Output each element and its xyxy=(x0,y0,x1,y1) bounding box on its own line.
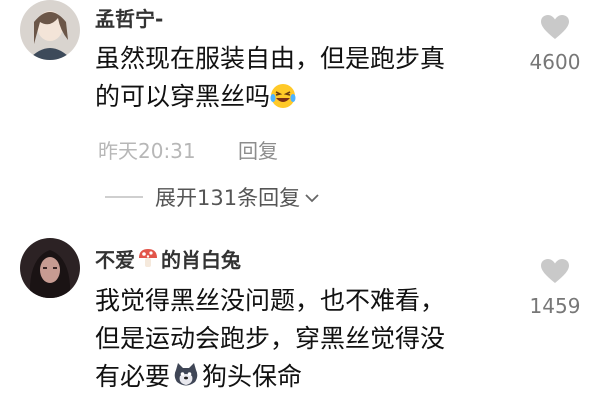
heart-icon xyxy=(540,258,570,288)
expand-replies-button[interactable]: 展开131条回复 xyxy=(105,182,320,212)
like-button[interactable]: 1459 xyxy=(527,258,583,318)
mushroom-icon xyxy=(137,247,159,274)
laughing-tears-emoji xyxy=(270,82,296,120)
like-count: 1459 xyxy=(529,294,581,318)
expand-replies-label: 展开131条回复 xyxy=(155,186,301,210)
avatar[interactable] xyxy=(20,238,80,298)
comment-time: 昨天20:31 xyxy=(98,139,196,163)
like-button[interactable]: 4600 xyxy=(527,14,583,74)
like-count: 4600 xyxy=(529,50,581,74)
username[interactable]: 不爱 的肖白兔 xyxy=(95,244,241,274)
username-part: 不爱 xyxy=(95,248,135,272)
comment-text-part: 有必要 xyxy=(95,362,171,391)
username-part: 的肖白兔 xyxy=(161,248,241,272)
comment-text: 虽然现在服装自由，但是跑步真 的可以穿黑丝吗 xyxy=(95,40,445,120)
comment-text-line: 但是运动会跑步，穿黑丝觉得没 xyxy=(95,324,446,353)
doge-icon xyxy=(172,361,200,399)
heart-icon xyxy=(540,14,570,44)
comment-text: 我觉得黑丝没问题，也不难看， 但是运动会跑步，穿黑丝觉得没 有必要 狗头保命 xyxy=(95,282,445,399)
comment-text-line: 虽然现在服装自由，但是跑步真 xyxy=(95,44,446,73)
avatar[interactable] xyxy=(20,0,80,60)
divider xyxy=(105,196,143,198)
comment-text-line: 我觉得黑丝没问题，也不难看， xyxy=(95,286,446,315)
chevron-down-icon xyxy=(304,185,320,209)
comment-text-line: 的可以穿黑丝吗 xyxy=(95,82,271,111)
comment-text-part: 狗头保命 xyxy=(202,362,303,391)
reply-button[interactable]: 回复 xyxy=(238,135,278,164)
username[interactable]: 孟哲宁- xyxy=(95,3,163,32)
